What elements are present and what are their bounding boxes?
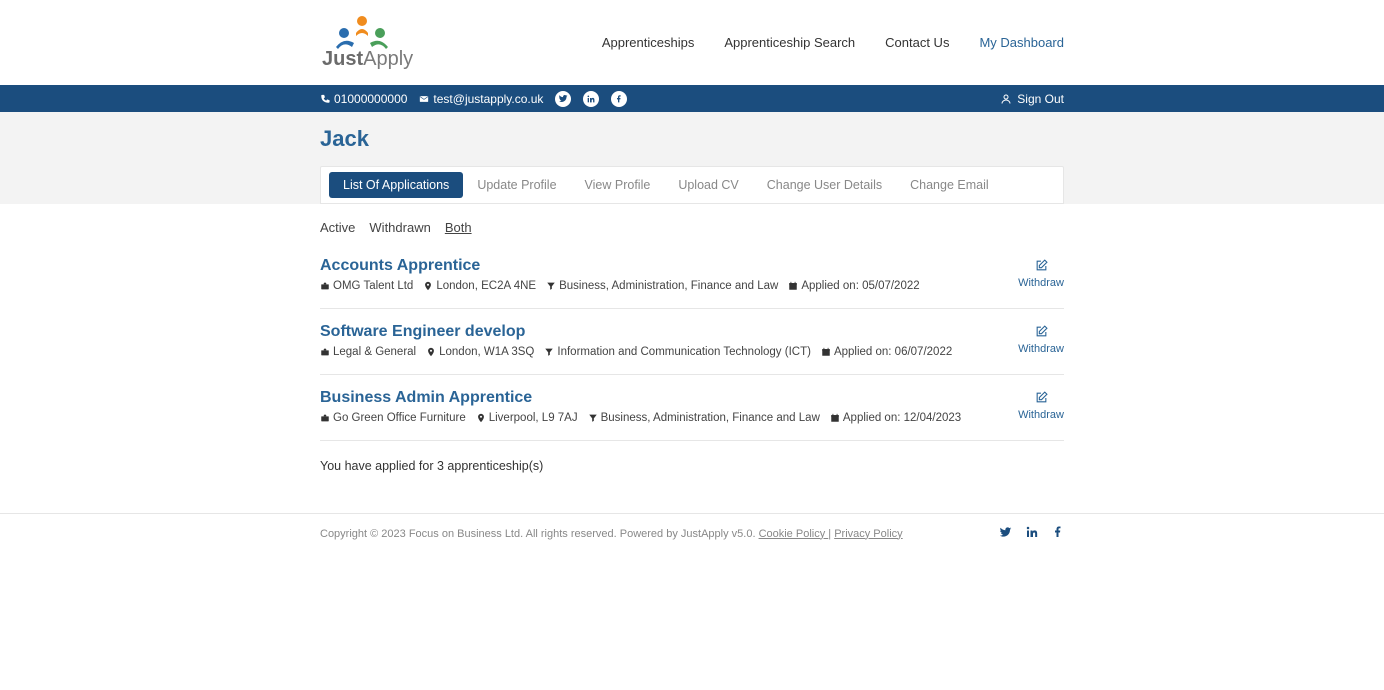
withdraw-label: Withdraw [1018,343,1064,355]
withdraw-label: Withdraw [1018,277,1064,289]
application-title[interactable]: Accounts Apprentice [320,257,1018,275]
email-text: test@justapply.co.uk [433,92,543,106]
summary-text: You have applied for 3 apprenticeship(s) [320,459,1064,473]
filter-active[interactable]: Active [320,220,355,235]
footer-social [1000,526,1064,541]
filter-icon [546,281,556,291]
meta-applied: Applied on: 12/04/2023 [830,412,961,424]
meta-location: London, EC2A 4NE [423,280,536,292]
meta-applied: Applied on: 06/07/2022 [821,346,952,358]
meta-company: Legal & General [320,346,416,358]
main-nav: Apprenticeships Apprenticeship Search Co… [602,35,1064,50]
footer-facebook-icon[interactable] [1052,526,1064,541]
main-content: Active Withdrawn Both Accounts Apprentic… [0,204,1384,513]
map-pin-icon [476,413,486,423]
meta-category: Business, Administration, Finance and La… [588,412,820,424]
privacy-policy-link[interactable]: Privacy Policy [834,528,902,540]
page-title: Jack [320,126,1064,152]
briefcase-icon [320,413,330,423]
user-icon [1000,93,1012,105]
phone-text: 01000000000 [334,92,407,106]
meta-category: Information and Communication Technology… [544,346,811,358]
meta-location: London, W1A 3SQ [426,346,534,358]
withdraw-button[interactable]: Withdraw [1018,389,1064,424]
page-head: Jack List Of Applications Update Profile… [0,112,1384,204]
application-title[interactable]: Software Engineer develop [320,323,1018,341]
tab-upload-cv[interactable]: Upload CV [664,172,752,198]
map-pin-icon [423,281,433,291]
phone[interactable]: 01000000000 [320,92,407,106]
withdraw-label: Withdraw [1018,409,1064,421]
contact-bar: 01000000000 test@justapply.co.uk Sign Ou… [0,85,1384,112]
twitter-icon[interactable] [555,91,571,107]
footer-linkedin-icon[interactable] [1026,526,1038,541]
filter-row: Active Withdrawn Both [320,220,1064,235]
map-pin-icon [426,347,436,357]
nav-my-dashboard[interactable]: My Dashboard [979,35,1064,50]
tab-change-email[interactable]: Change Email [896,172,1003,198]
nav-apprenticeships[interactable]: Apprenticeships [602,35,695,50]
filter-withdrawn[interactable]: Withdrawn [369,220,430,235]
phone-icon [320,94,330,104]
calendar-icon [830,413,840,423]
logo[interactable]: JustApply [320,11,440,75]
briefcase-icon [320,347,330,357]
application-meta: OMG Talent Ltd London, EC2A 4NE Business… [320,280,1018,292]
email[interactable]: test@justapply.co.uk [419,92,543,106]
meta-location: Liverpool, L9 7AJ [476,412,578,424]
application-card: Business Admin Apprentice Go Green Offic… [320,375,1064,441]
meta-company: OMG Talent Ltd [320,280,413,292]
application-meta: Go Green Office Furniture Liverpool, L9 … [320,412,1018,424]
footer-text: Copyright © 2023 Focus on Business Ltd. … [320,528,903,540]
application-title[interactable]: Business Admin Apprentice [320,389,1018,407]
application-card: Accounts Apprentice OMG Talent Ltd Londo… [320,251,1064,309]
signout-link[interactable]: Sign Out [1000,92,1064,106]
nav-contact-us[interactable]: Contact Us [885,35,949,50]
edit-icon [1035,259,1048,275]
linkedin-icon[interactable] [583,91,599,107]
tab-view-profile[interactable]: View Profile [571,172,665,198]
calendar-icon [788,281,798,291]
signout-text: Sign Out [1017,92,1064,106]
application-card: Software Engineer develop Legal & Genera… [320,309,1064,375]
calendar-icon [821,347,831,357]
withdraw-button[interactable]: Withdraw [1018,257,1064,292]
footer-twitter-icon[interactable] [1000,526,1012,541]
header: JustApply Apprenticeships Apprenticeship… [0,0,1384,85]
svg-text:JustApply: JustApply [322,48,413,70]
footer: Copyright © 2023 Focus on Business Ltd. … [0,513,1384,553]
envelope-icon [419,94,429,104]
withdraw-button[interactable]: Withdraw [1018,323,1064,358]
cookie-policy-link[interactable]: Cookie Policy [759,528,829,540]
tabs: List Of Applications Update Profile View… [320,166,1064,204]
briefcase-icon [320,281,330,291]
facebook-icon[interactable] [611,91,627,107]
filter-icon [588,413,598,423]
meta-company: Go Green Office Furniture [320,412,466,424]
edit-icon [1035,325,1048,341]
meta-category: Business, Administration, Finance and La… [546,280,778,292]
application-meta: Legal & General London, W1A 3SQ Informat… [320,346,1018,358]
tab-update-profile[interactable]: Update Profile [463,172,570,198]
meta-applied: Applied on: 05/07/2022 [788,280,919,292]
filter-icon [544,347,554,357]
tab-change-user-details[interactable]: Change User Details [753,172,896,198]
nav-apprenticeship-search[interactable]: Apprenticeship Search [724,35,855,50]
tab-list-of-applications[interactable]: List Of Applications [329,172,463,198]
edit-icon [1035,391,1048,407]
filter-both[interactable]: Both [445,220,472,235]
